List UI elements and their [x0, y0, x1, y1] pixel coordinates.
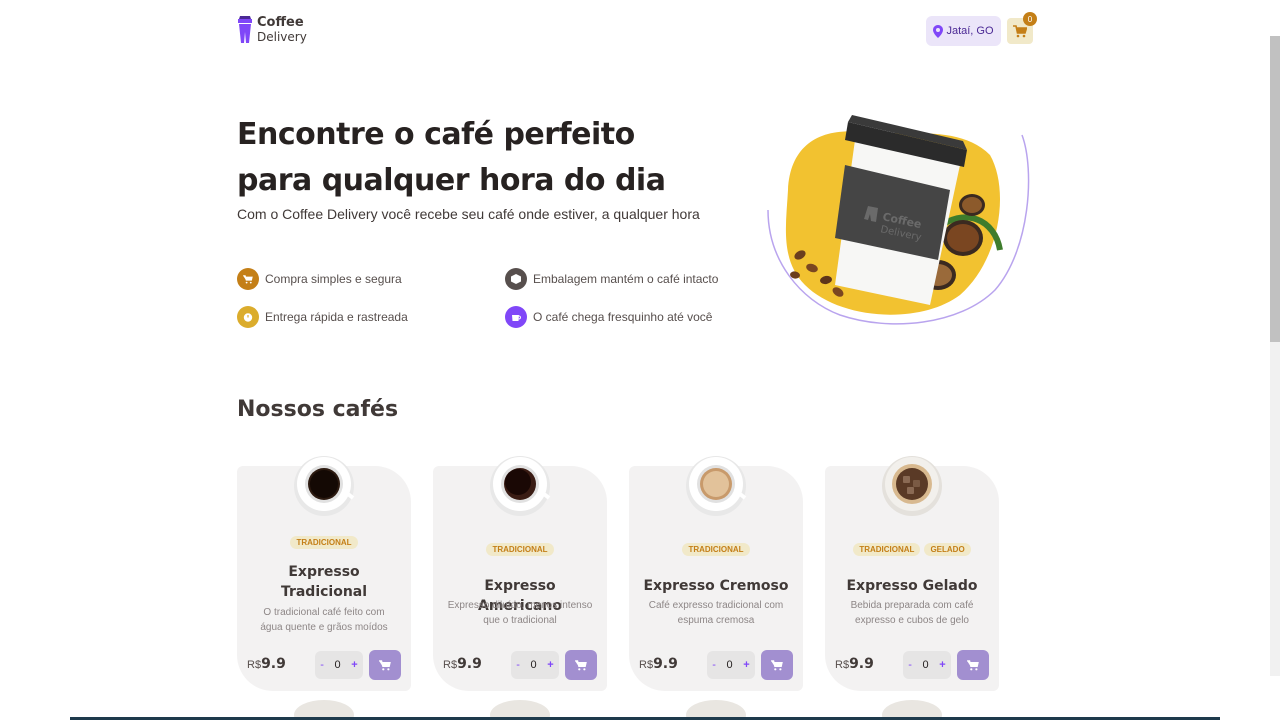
- feature-item: Compra simples e segura: [237, 268, 402, 290]
- decrease-button[interactable]: -: [320, 659, 324, 671]
- tag-list: TRADICIONAL: [433, 543, 607, 556]
- price: R$9.9: [247, 656, 286, 672]
- header: Coffee Delivery Jataí, GO 0: [237, 12, 1037, 48]
- logo[interactable]: Coffee Delivery: [237, 16, 307, 44]
- shopping-cart-icon: [575, 659, 587, 670]
- price-currency: R$: [247, 659, 262, 671]
- tag: GELADO: [924, 543, 971, 556]
- shopping-cart-icon: [967, 659, 979, 670]
- decrease-button[interactable]: -: [712, 659, 716, 671]
- buy-row: R$9.9 - 0 +: [443, 650, 599, 680]
- shopping-cart-icon: [1013, 24, 1027, 37]
- quantity-value: 0: [334, 659, 341, 671]
- cart-count-badge: 0: [1023, 12, 1037, 26]
- quantity-value: 0: [530, 659, 537, 671]
- tag-list: TRADICIONAL: [237, 536, 411, 549]
- logo-subtitle: Delivery: [257, 30, 307, 44]
- increase-button[interactable]: +: [939, 659, 945, 671]
- price-currency: R$: [443, 659, 458, 671]
- coffee-cup-image: [490, 456, 551, 516]
- coffee-card: TRADICIONAL Expresso Cremoso Café expres…: [629, 456, 803, 691]
- scrollbar[interactable]: [1270, 36, 1280, 676]
- coffee-description: Expresso diluído, menos intenso que o tr…: [447, 600, 593, 626]
- cart-icon: [237, 268, 259, 290]
- scrollbar-thumb[interactable]: [1270, 36, 1280, 342]
- add-to-cart-button[interactable]: [369, 650, 401, 680]
- shopping-cart-icon: [379, 659, 391, 670]
- package-icon: [505, 268, 527, 290]
- coffee-name: Expresso Tradicional: [280, 564, 368, 600]
- location-button[interactable]: Jataí, GO: [926, 16, 1001, 46]
- price-currency: R$: [639, 659, 654, 671]
- map-pin-icon: [933, 24, 944, 38]
- add-to-cart-button[interactable]: [957, 650, 989, 680]
- buy-row: R$9.9 - 0 +: [835, 650, 991, 680]
- feature-item: O café chega fresquinho até você: [505, 306, 712, 328]
- cart-button[interactable]: 0: [1007, 12, 1037, 44]
- coffee-cup-image: [686, 456, 747, 516]
- tag-list: TRADICIONAL: [629, 543, 803, 556]
- increase-button[interactable]: +: [547, 659, 553, 671]
- coffee-card: TRADICIONAL Expresso Americano Expresso …: [433, 456, 607, 691]
- quantity-stepper: - 0 +: [315, 651, 363, 679]
- price-value: 9.9: [653, 656, 678, 672]
- feature-item: Embalagem mantém o café intacto: [505, 268, 718, 290]
- increase-button[interactable]: +: [351, 659, 357, 671]
- coffee-card: TRADICIONAL GELADO Expresso Gelado Bebid…: [825, 456, 999, 691]
- logo-title: Coffee: [257, 15, 304, 30]
- quantity-stepper: - 0 +: [903, 651, 951, 679]
- feature-label: O café chega fresquinho até você: [533, 310, 713, 324]
- tag: TRADICIONAL: [682, 543, 750, 556]
- feature-label: Compra simples e segura: [265, 272, 402, 286]
- buy-row: R$9.9 - 0 +: [247, 650, 403, 680]
- coffee-icon: [505, 306, 527, 328]
- feature-item: Entrega rápida e rastreada: [237, 306, 408, 328]
- tag-list: TRADICIONAL GELADO: [825, 543, 999, 556]
- price: R$9.9: [639, 656, 678, 672]
- coffee-cup-image: [882, 456, 942, 516]
- timer-icon: [237, 306, 259, 328]
- increase-button[interactable]: +: [743, 659, 749, 671]
- price-currency: R$: [835, 659, 850, 671]
- hero-subtitle: Com o Coffee Delivery você recebe seu ca…: [237, 206, 700, 222]
- tag: TRADICIONAL: [290, 536, 358, 549]
- coffee-cup-logo-icon: [238, 16, 252, 43]
- buy-row: R$9.9 - 0 +: [639, 650, 795, 680]
- price-value: 9.9: [457, 656, 482, 672]
- coffee-name: Expresso Cremoso: [643, 578, 789, 594]
- features-list: Compra simples e segura Embalagem mantém…: [237, 268, 777, 338]
- quantity-stepper: - 0 +: [511, 651, 559, 679]
- hero-title: Encontre o café perfeito para qualquer h…: [237, 117, 666, 198]
- section-title: Nossos cafés: [237, 397, 399, 422]
- location-label: Jataí, GO: [946, 25, 994, 37]
- quantity-value: 0: [922, 659, 929, 671]
- price-value: 9.9: [849, 656, 874, 672]
- coffee-description: Bebida preparada com café expresso e cub…: [850, 600, 974, 626]
- feature-label: Embalagem mantém o café intacto: [533, 272, 719, 286]
- shopping-cart-icon: [771, 659, 783, 670]
- tag: TRADICIONAL: [486, 543, 554, 556]
- quantity-value: 0: [726, 659, 733, 671]
- coffee-description: O tradicional café feito com água quente…: [260, 607, 388, 633]
- add-to-cart-button[interactable]: [761, 650, 793, 680]
- coffee-cup-image: [294, 456, 355, 516]
- feature-label: Entrega rápida e rastreada: [265, 310, 408, 324]
- price-value: 9.9: [261, 656, 286, 672]
- price: R$9.9: [835, 656, 874, 672]
- decrease-button[interactable]: -: [908, 659, 912, 671]
- hero-coffee-illustration: Coffee Delivery: [767, 115, 1030, 325]
- coffee-description: Café expresso tradicional com espuma cre…: [648, 600, 784, 626]
- coffee-card: TRADICIONAL Expresso Tradicional O tradi…: [237, 456, 411, 691]
- tag: TRADICIONAL: [853, 543, 921, 556]
- quantity-stepper: - 0 +: [707, 651, 755, 679]
- coffee-name: Expresso Gelado: [846, 578, 978, 594]
- add-to-cart-button[interactable]: [565, 650, 597, 680]
- decrease-button[interactable]: -: [516, 659, 520, 671]
- price: R$9.9: [443, 656, 482, 672]
